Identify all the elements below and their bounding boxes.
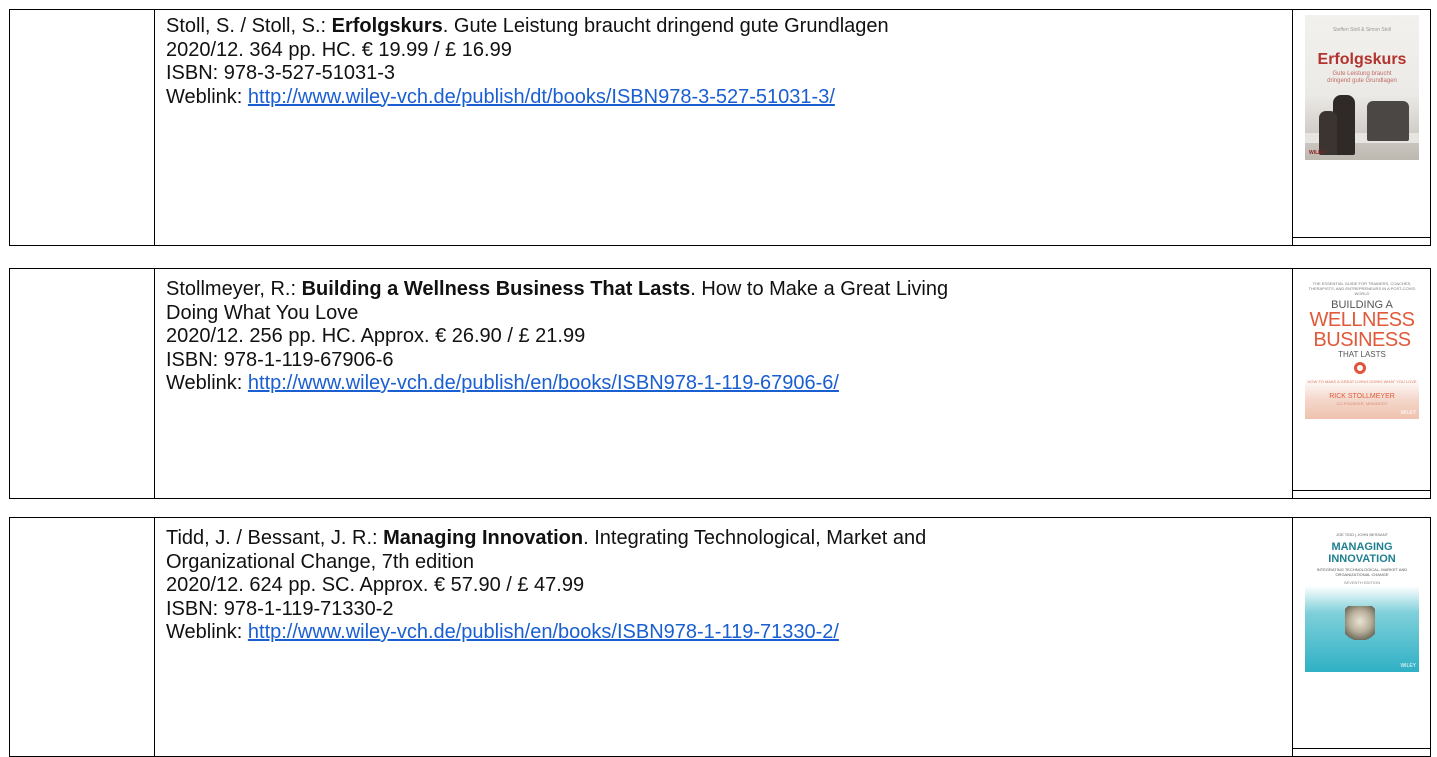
- book-entry-3: Tidd, J. / Bessant, J. R.: Managing Inno…: [9, 517, 1431, 757]
- book-subtitle: . How to Make a Great Living: [690, 278, 949, 300]
- cover-title-line: BUSINESS: [1313, 329, 1411, 351]
- cover-subtitle-line: dringend gute Grundlagen: [1327, 78, 1397, 84]
- cover-publisher-logo: WILEY: [1400, 663, 1416, 669]
- book-title: Building a Wellness Business That Lasts: [301, 278, 691, 300]
- citation-line: Stollmeyer, R.: Building a Wellness Busi…: [166, 278, 1276, 302]
- book-subtitle: . Integrating Technological, Market and: [583, 527, 927, 549]
- cover-author: RICK STOLLMEYER: [1329, 393, 1395, 400]
- book-subtitle: . Gute Leistung braucht dringend gute Gr…: [442, 15, 889, 37]
- weblink[interactable]: http://www.wiley-vch.de/publish/en/books…: [248, 372, 839, 394]
- cover-subtitle-line: Gute Leistung braucht: [1332, 71, 1392, 77]
- book-cover-image: JOE TIDD | JOHN BESSANT MANAGING INNOVAT…: [1305, 524, 1419, 672]
- book-details: Stoll, S. / Stoll, S.: Erfolgskurs. Gute…: [166, 15, 1276, 109]
- book-subtitle-cont: Doing What You Love: [166, 301, 359, 324]
- entry-left-cell: [10, 269, 155, 498]
- book-entry-2: Stollmeyer, R.: Building a Wellness Busi…: [9, 268, 1431, 499]
- cover-title-line: WELLNESS: [1309, 309, 1415, 331]
- cover-legs: [1319, 111, 1337, 155]
- book-title: Managing Innovation: [383, 527, 584, 549]
- isbn: ISBN: 978-3-527-51031-3: [166, 62, 396, 84]
- weblink-line: Weblink: http://www.wiley-vch.de/publish…: [166, 372, 1276, 396]
- cover-authors: JOE TIDD | JOHN BESSANT: [1335, 532, 1389, 537]
- book-details: Tidd, J. / Bessant, J. R.: Managing Inno…: [166, 527, 1276, 645]
- weblink-label: Weblink:: [166, 621, 248, 643]
- weblink-line: Weblink: http://www.wiley-vch.de/publish…: [166, 621, 1276, 645]
- cover-author-note: CO-FOUNDER, MINDBODY: [1336, 401, 1388, 406]
- weblink-line: Weblink: http://www.wiley-vch.de/publish…: [166, 86, 1276, 110]
- cover-title: Erfolgskurs: [1317, 51, 1407, 68]
- entry-cover-cell: Steffen Stoll & Simon Stoll Erfolgskurs …: [1292, 10, 1430, 245]
- cover-authors: Steffen Stoll & Simon Stoll: [1332, 27, 1392, 33]
- cover-title-line: INNOVATION: [1328, 553, 1396, 565]
- publication-info: 2020/12. 256 pp. HC. Approx. € 26.90 / £…: [166, 325, 586, 347]
- weblink-label: Weblink:: [166, 372, 248, 394]
- book-authors: Stollmeyer, R.:: [166, 278, 302, 300]
- entry-left-cell: [10, 518, 155, 756]
- isbn: ISBN: 978-1-119-67906-6: [166, 348, 394, 371]
- weblink-label: Weblink:: [166, 85, 248, 108]
- book-cover-image: THE ESSENTIAL GUIDE FOR TRAINERS, COACHE…: [1305, 275, 1419, 419]
- cover-subtitle: INTEGRATING TECHNOLOGICAL, MARKET AND OR…: [1316, 567, 1408, 577]
- book-cover-image: Steffen Stoll & Simon Stoll Erfolgskurs …: [1305, 15, 1419, 160]
- entry-cover-cell: THE ESSENTIAL GUIDE FOR TRAINERS, COACHE…: [1292, 269, 1430, 498]
- book-title: Erfolgskurs: [331, 15, 443, 37]
- weblink[interactable]: http://www.wiley-vch.de/publish/dt/books…: [248, 86, 835, 108]
- cover-title-line: MANAGING: [1331, 541, 1393, 553]
- book-authors: Stoll, S. / Stoll, S.:: [166, 15, 332, 37]
- cover-chair: [1367, 101, 1409, 141]
- cover-title-line: THAT LASTS: [1338, 350, 1386, 359]
- book-entry-1: Stoll, S. / Stoll, S.: Erfolgskurs. Gute…: [9, 9, 1431, 246]
- cover-subtitle: Gute Leistung braucht dringend gute Grund…: [1305, 71, 1419, 85]
- weblink[interactable]: http://www.wiley-vch.de/publish/en/books…: [248, 621, 839, 643]
- entry-cover-cell: JOE TIDD | JOHN BESSANT MANAGING INNOVAT…: [1292, 518, 1430, 756]
- publication-info: 2020/12. 364 pp. HC. € 19.99 / £ 16.99: [166, 38, 512, 61]
- book-authors: Tidd, J. / Bessant, J. R.:: [166, 527, 384, 549]
- book-details: Stollmeyer, R.: Building a Wellness Busi…: [166, 278, 1276, 396]
- isbn: ISBN: 978-1-119-71330-2: [166, 597, 394, 620]
- cover-publisher-logo: WILEY: [1309, 150, 1325, 156]
- book-subtitle-cont: Organizational Change, 7th edition: [166, 550, 474, 573]
- cover-subtitle: HOW TO MAKE A GREAT LIVING DOING WHAT YO…: [1307, 379, 1417, 384]
- cover-ring-icon: [1354, 362, 1366, 374]
- publication-info: 2020/12. 624 pp. SC. Approx. € 57.90 / £…: [166, 574, 585, 596]
- citation-line: Stoll, S. / Stoll, S.: Erfolgskurs. Gute…: [166, 15, 1276, 39]
- entry-left-cell: [10, 10, 155, 245]
- cover-shell-image: [1345, 606, 1375, 640]
- citation-line: Tidd, J. / Bessant, J. R.: Managing Inno…: [166, 527, 1276, 551]
- cover-edition: SEVENTH EDITION: [1343, 580, 1381, 585]
- cover-tagline: THE ESSENTIAL GUIDE FOR TRAINERS, COACHE…: [1308, 281, 1416, 296]
- cover-publisher-logo: WILEY: [1400, 410, 1416, 416]
